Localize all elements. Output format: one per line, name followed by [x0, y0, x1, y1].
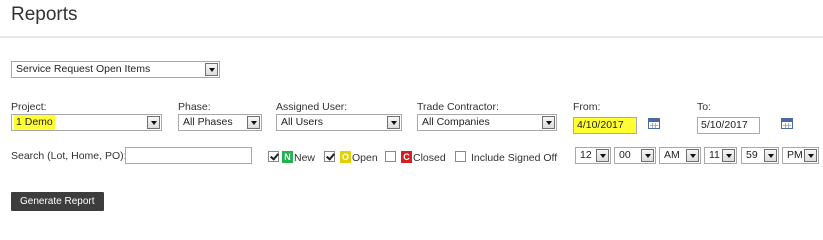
- end-ampm-select[interactable]: PM: [782, 147, 819, 164]
- open-label: Open: [352, 152, 378, 164]
- closed-checkbox[interactable]: [385, 151, 396, 162]
- start-hour-value: 12: [580, 149, 592, 161]
- header-divider: [0, 36, 823, 38]
- project-value: 1 Demo: [14, 115, 55, 130]
- signed-off-checkbox[interactable]: [455, 151, 466, 162]
- chevron-down-icon: [596, 149, 609, 162]
- page-title: Reports: [11, 4, 78, 25]
- chevron-down-icon: [641, 149, 654, 162]
- chevron-down-icon: [247, 116, 260, 129]
- signed-off-label: Include Signed Off: [471, 152, 558, 164]
- start-ampm-select[interactable]: AM: [659, 147, 701, 164]
- open-checkbox[interactable]: [324, 151, 335, 162]
- to-date-input[interactable]: 5/10/2017: [697, 117, 760, 134]
- trade-contractor-select[interactable]: All Companies: [417, 114, 557, 131]
- assigned-user-select[interactable]: All Users: [276, 114, 402, 131]
- phase-value: All Phases: [183, 116, 233, 128]
- trade-contractor-label: Trade Contractor:: [417, 101, 499, 113]
- end-hour-value: 11: [709, 149, 720, 161]
- new-label: New: [294, 152, 316, 164]
- phase-select[interactable]: All Phases: [178, 114, 262, 131]
- assigned-user-label: Assigned User:: [276, 101, 348, 113]
- chevron-down-icon: [804, 149, 817, 162]
- end-minute-select[interactable]: 59: [741, 147, 779, 164]
- open-badge: O: [340, 151, 351, 163]
- closed-label: Closed: [413, 152, 446, 164]
- new-checkbox[interactable]: [268, 151, 279, 162]
- from-date-input[interactable]: 4/10/2017: [573, 117, 637, 134]
- project-label: Project:: [11, 101, 47, 113]
- report-type-value: Service Request Open Items: [16, 63, 151, 75]
- start-minute-value: 00: [619, 149, 631, 161]
- calendar-icon[interactable]: [781, 118, 793, 129]
- report-type-select[interactable]: Service Request Open Items: [11, 61, 220, 78]
- chevron-down-icon: [686, 149, 699, 162]
- start-ampm-value: AM: [664, 149, 680, 161]
- trade-contractor-value: All Companies: [422, 116, 490, 128]
- assigned-user-value: All Users: [281, 116, 324, 128]
- project-select[interactable]: 1 Demo: [11, 114, 162, 131]
- from-label: From:: [573, 101, 601, 113]
- chevron-down-icon: [147, 116, 160, 129]
- new-badge: N: [282, 151, 293, 163]
- end-ampm-value: PM: [787, 149, 803, 161]
- start-minute-select[interactable]: 00: [614, 147, 656, 164]
- closed-badge: C: [401, 151, 412, 163]
- chevron-down-icon: [205, 63, 218, 76]
- phase-label: Phase:: [178, 101, 211, 113]
- chevron-down-icon: [387, 116, 400, 129]
- generate-report-button[interactable]: Generate Report: [11, 192, 104, 211]
- chevron-down-icon: [764, 149, 777, 162]
- end-minute-value: 59: [746, 149, 758, 161]
- start-hour-select[interactable]: 12: [575, 147, 611, 164]
- end-hour-select[interactable]: 11: [704, 147, 737, 164]
- search-input[interactable]: [125, 147, 252, 164]
- chevron-down-icon: [722, 149, 735, 162]
- calendar-icon[interactable]: [648, 118, 660, 129]
- chevron-down-icon: [542, 116, 555, 129]
- to-label: To:: [697, 101, 712, 113]
- search-label: Search (Lot, Home, PO):: [11, 150, 127, 162]
